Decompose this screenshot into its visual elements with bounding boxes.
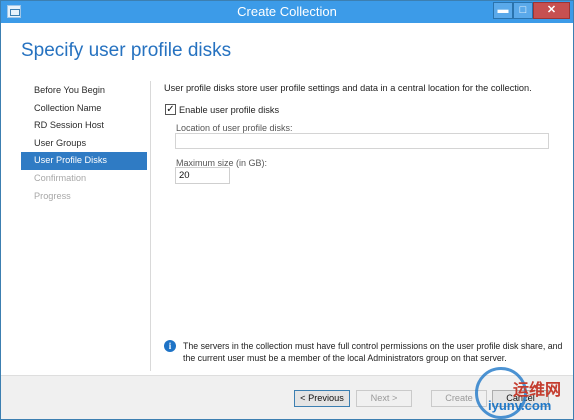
nav-item-before-you-begin[interactable]: Before You Begin	[21, 82, 147, 100]
close-button[interactable]: ✕	[533, 2, 570, 19]
maximize-button[interactable]: □	[513, 2, 533, 19]
nav-item-collection-name[interactable]: Collection Name	[21, 100, 147, 118]
location-input[interactable]	[175, 133, 549, 149]
nav-item-confirmation: Confirmation	[34, 172, 87, 183]
wizard-nav: Before You Begin Collection Name RD Sess…	[21, 82, 147, 205]
info-text: The servers in the collection must have …	[183, 341, 563, 363]
enable-profile-disks-label[interactable]: Enable user profile disks	[179, 105, 279, 115]
create-collection-window: Create Collection ▬ □ ✕ Specify user pro…	[0, 0, 574, 420]
nav-item-user-groups[interactable]: User Groups	[21, 135, 147, 153]
watermark-text-cn: 运维网	[513, 382, 562, 399]
minimize-button[interactable]: ▬	[493, 2, 513, 19]
window-title: Create Collection	[237, 4, 337, 19]
watermark-text-url: iyunv.com	[488, 398, 552, 413]
next-button: Next >	[356, 390, 412, 407]
description-text: User profile disks store user profile se…	[164, 83, 532, 93]
nav-item-user-profile-disks[interactable]: User Profile Disks	[21, 152, 147, 170]
enable-profile-disks-checkbox[interactable]: ✓	[165, 104, 176, 115]
nav-item-rd-session-host[interactable]: RD Session Host	[21, 117, 147, 135]
max-size-input[interactable]: 20	[175, 167, 230, 184]
previous-button[interactable]: < Previous	[294, 390, 350, 407]
wizard-header: Specify user profile disks	[1, 23, 573, 69]
info-icon: i	[164, 340, 176, 352]
nav-item-progress: Progress	[34, 190, 71, 201]
location-label: Location of user profile disks:	[176, 123, 293, 133]
nav-divider	[150, 81, 151, 371]
title-bar[interactable]: Create Collection ▬ □ ✕	[1, 1, 573, 23]
page-title: Specify user profile disks	[21, 40, 232, 61]
